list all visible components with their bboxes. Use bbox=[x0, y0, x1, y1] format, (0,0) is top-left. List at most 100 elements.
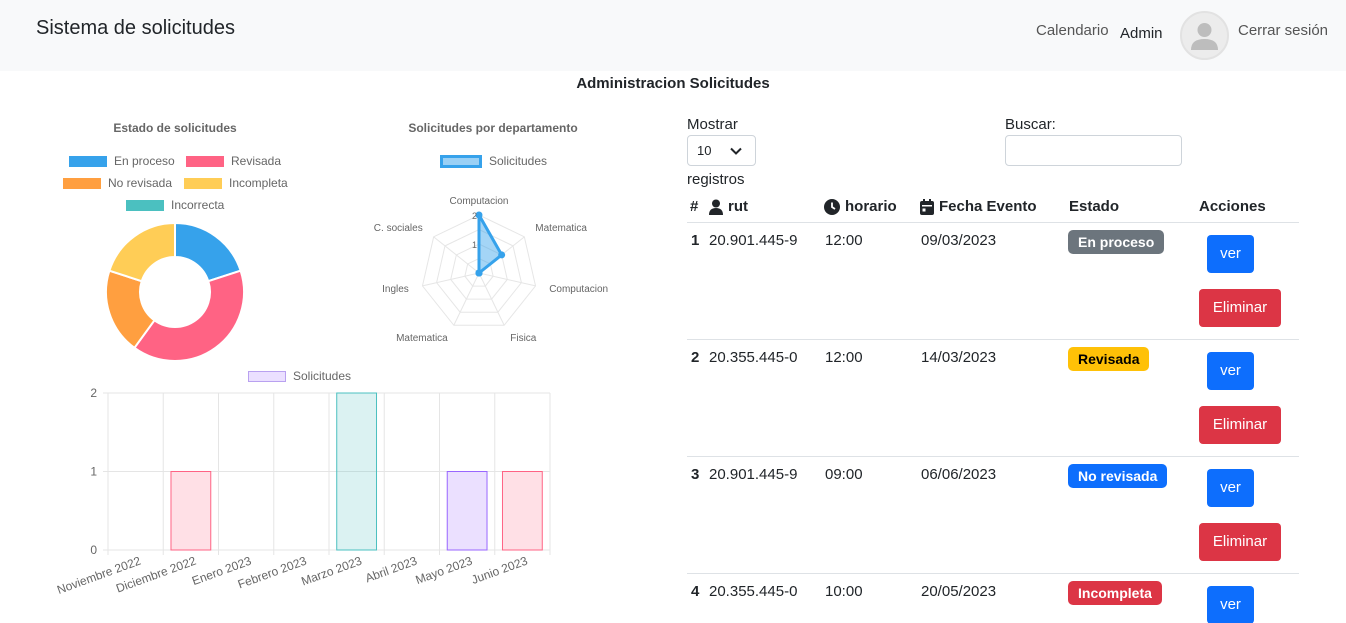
search-input[interactable] bbox=[1005, 135, 1182, 166]
bar[interactable] bbox=[336, 392, 378, 551]
bar[interactable] bbox=[446, 471, 488, 551]
bar-x-label: Mayo 2023 bbox=[414, 554, 475, 588]
navbar: Sistema de solicitudes Calendario Admin … bbox=[0, 0, 1346, 71]
radar-axis-label: Computacion bbox=[549, 284, 608, 295]
user-icon bbox=[709, 199, 723, 215]
col-header-label: horario bbox=[845, 198, 897, 215]
legend-label: En proceso bbox=[114, 154, 175, 168]
view-button[interactable]: ver bbox=[1207, 586, 1254, 623]
legend-label: Revisada bbox=[231, 154, 282, 168]
legend-swatch bbox=[186, 155, 224, 167]
page-title: Administracion Solicitudes bbox=[576, 75, 770, 92]
view-button[interactable]: ver bbox=[1207, 469, 1254, 507]
view-button[interactable]: ver bbox=[1207, 352, 1254, 390]
radar-axis-label: Matematica bbox=[396, 333, 448, 344]
bar-y-tick: 2 bbox=[90, 386, 97, 400]
col-header-num[interactable]: # bbox=[690, 198, 698, 215]
logout-link[interactable]: Cerrar sesión bbox=[1238, 22, 1328, 39]
legend-label: Incorrecta bbox=[171, 198, 225, 212]
radar-axis-label: Computacion bbox=[450, 196, 509, 207]
legend-item-en-proceso[interactable]: En proceso bbox=[69, 154, 175, 168]
col-header-estado[interactable]: Estado bbox=[1069, 198, 1119, 215]
status-badge: Incompleta bbox=[1068, 581, 1162, 605]
row-fecha: 09/03/2023 bbox=[921, 232, 997, 249]
radar-axis-label: Ingles bbox=[382, 284, 409, 295]
row-divider bbox=[687, 573, 1299, 574]
status-badge: Revisada bbox=[1068, 347, 1150, 371]
row-rut: 20.355.445-0 bbox=[709, 583, 798, 600]
row-num: 1 bbox=[691, 232, 700, 249]
brand-title[interactable]: Sistema de solicitudes bbox=[36, 17, 235, 40]
col-header-fecha[interactable]: Fecha Evento bbox=[920, 198, 1037, 215]
pie-slice-en-proceso[interactable] bbox=[174, 221, 242, 283]
legend-label: Incompleta bbox=[229, 176, 288, 190]
bar-y-tick: 0 bbox=[90, 543, 97, 557]
pie-slice-revisada[interactable] bbox=[133, 269, 245, 362]
status-chart-title: Estado de solicitudes bbox=[113, 121, 237, 135]
col-header-horario[interactable]: horario bbox=[824, 198, 897, 215]
delete-button[interactable]: Eliminar bbox=[1199, 289, 1281, 327]
bar-x-label: Marzo 2023 bbox=[299, 554, 364, 589]
search-label: Buscar: bbox=[1005, 116, 1056, 133]
length-suffix: registros bbox=[687, 171, 745, 188]
row-rut: 20.901.445-9 bbox=[709, 232, 798, 249]
delete-button[interactable]: Eliminar bbox=[1199, 406, 1281, 444]
length-value: 10 bbox=[697, 143, 712, 158]
legend-swatch bbox=[126, 199, 164, 211]
calendar-link[interactable]: Calendario bbox=[1036, 22, 1109, 39]
row-divider bbox=[687, 339, 1299, 340]
legend-swatch bbox=[184, 177, 222, 189]
radar-series-area bbox=[477, 213, 504, 275]
radar-tick-label: 2 bbox=[472, 211, 477, 221]
clock-icon bbox=[824, 198, 840, 215]
length-label: Mostrar bbox=[687, 116, 738, 133]
status-badge: En proceso bbox=[1068, 230, 1165, 254]
view-button[interactable]: ver bbox=[1207, 235, 1254, 273]
avatar[interactable] bbox=[1180, 11, 1229, 60]
pie-slice-incompleta[interactable] bbox=[108, 221, 176, 283]
row-num: 2 bbox=[691, 349, 700, 366]
bar-x-label: Junio 2023 bbox=[469, 554, 529, 587]
radar-axis-label: Matematica bbox=[535, 223, 587, 234]
row-horario: 10:00 bbox=[825, 583, 863, 600]
radar-tick-label: 1 bbox=[472, 240, 477, 250]
radar-point[interactable] bbox=[498, 251, 506, 259]
radar-axis-label: C. sociales bbox=[374, 223, 423, 234]
row-fecha: 20/05/2023 bbox=[921, 583, 997, 600]
row-rut: 20.901.445-9 bbox=[709, 466, 798, 483]
col-header-acciones[interactable]: Acciones bbox=[1199, 198, 1266, 215]
legend-label: Solicitudes bbox=[489, 154, 548, 168]
chevron-down-icon bbox=[730, 147, 742, 155]
legend-swatch bbox=[440, 154, 482, 168]
bar-x-label: Abril 2023 bbox=[363, 554, 419, 586]
row-horario: 12:00 bbox=[825, 232, 863, 249]
bar[interactable] bbox=[170, 471, 212, 551]
legend-item-solicitudes-radar[interactable]: Solicitudes bbox=[440, 154, 547, 168]
row-horario: 09:00 bbox=[825, 466, 863, 483]
legend-item-incompleta[interactable]: Incompleta bbox=[184, 176, 288, 190]
radar-point[interactable] bbox=[475, 269, 483, 277]
department-chart-title: Solicitudes por departamento bbox=[408, 121, 578, 135]
row-num: 3 bbox=[691, 466, 700, 483]
radar-axis-label: Fisica bbox=[510, 333, 537, 344]
legend-item-no-revisada[interactable]: No revisada bbox=[63, 176, 172, 190]
department-radar-chart: Computacion Matematica Computacion Fisica Ma… bbox=[374, 196, 608, 344]
length-select[interactable]: 10 bbox=[687, 135, 756, 166]
row-divider bbox=[687, 456, 1299, 457]
col-header-rut[interactable]: rut bbox=[709, 198, 748, 215]
header-divider bbox=[687, 222, 1299, 223]
bar-y-tick: 1 bbox=[90, 465, 97, 479]
delete-button[interactable]: Eliminar bbox=[1199, 523, 1281, 561]
legend-label: No revisada bbox=[108, 176, 173, 190]
user-avatar-icon bbox=[1191, 23, 1218, 50]
legend-swatch bbox=[63, 177, 101, 189]
bar[interactable] bbox=[501, 471, 543, 551]
legend-swatch bbox=[69, 155, 107, 167]
admin-label[interactable]: Admin bbox=[1120, 25, 1163, 42]
col-header-label: rut bbox=[728, 198, 748, 215]
calendar-icon bbox=[920, 198, 934, 215]
row-fecha: 06/06/2023 bbox=[921, 466, 997, 483]
legend-item-revisada[interactable]: Revisada bbox=[186, 154, 281, 168]
monthly-bar-chart: 012Noviembre 2022Diciembre 2022Enero 202… bbox=[55, 386, 551, 597]
legend-item-incorrecta[interactable]: Incorrecta bbox=[126, 198, 224, 212]
